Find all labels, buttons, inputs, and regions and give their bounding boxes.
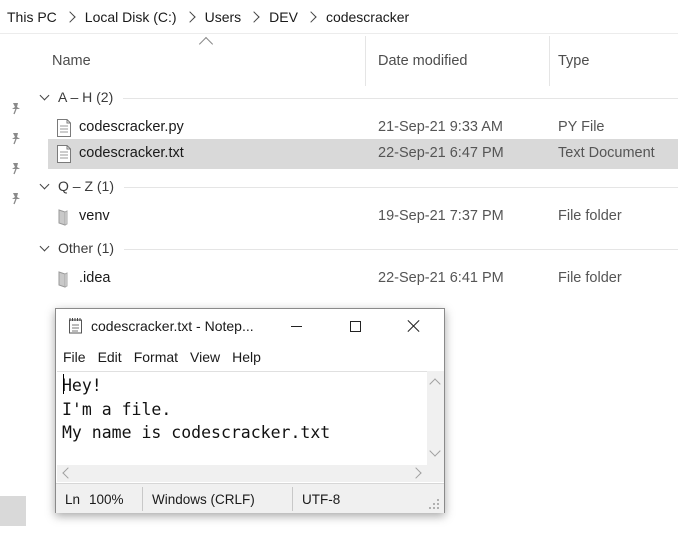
title-bar[interactable]: codescracker.txt - Notep... [56, 309, 444, 343]
pin-icon[interactable] [9, 191, 23, 205]
file-date: 22-Sep-21 6:47 PM [378, 145, 504, 161]
maximize-button[interactable] [332, 309, 378, 343]
file-date: 22-Sep-21 6:41 PM [378, 270, 504, 286]
file-row-codescracker-txt[interactable]: codescracker.txt 22-Sep-21 6:47 PM Text … [48, 139, 678, 169]
scroll-left-icon[interactable] [62, 467, 74, 479]
group-label: Q – Z (1) [58, 178, 115, 194]
status-bar: Ln 100% Windows (CRLF) UTF-8 [56, 483, 444, 513]
navigation-pane [0, 34, 28, 543]
group-divider [123, 97, 678, 99]
file-row-idea[interactable]: .idea 22-Sep-21 6:41 PM File folder [48, 264, 678, 294]
close-button[interactable] [391, 309, 437, 343]
file-name: codescracker.txt [79, 145, 184, 161]
group-label: Other (1) [58, 240, 115, 256]
status-zoom: 100% [89, 492, 124, 507]
breadcrumb-users[interactable]: Users [205, 9, 242, 25]
python-file-icon [56, 119, 72, 137]
file-date: 19-Sep-21 7:37 PM [378, 208, 504, 224]
column-header-type[interactable]: Type [550, 36, 678, 86]
horizontal-scrollbar[interactable] [57, 465, 427, 482]
menu-edit[interactable]: Edit [98, 349, 128, 365]
file-type: PY File [558, 119, 605, 135]
chevron-down-icon[interactable] [39, 241, 50, 251]
group-label: A – H (2) [58, 89, 114, 105]
menu-format[interactable]: Format [134, 349, 184, 365]
chevron-down-icon[interactable] [39, 90, 50, 100]
resize-grip-icon[interactable] [427, 497, 441, 511]
nav-selected-item[interactable] [0, 496, 26, 526]
menu-help[interactable]: Help [232, 349, 267, 365]
text-file-icon [56, 145, 72, 163]
file-type: Text Document [558, 145, 655, 161]
file-type: File folder [558, 270, 622, 286]
group-header-q-z[interactable]: Q – Z (1) [36, 174, 678, 198]
file-name: codescracker.py [79, 119, 184, 135]
scrollbar-corner [427, 465, 444, 482]
status-position: Ln [65, 492, 81, 507]
chevron-right-icon[interactable] [183, 10, 196, 23]
notepad-icon [67, 317, 84, 334]
minimize-button[interactable] [273, 309, 319, 343]
folder-icon [56, 270, 72, 288]
breadcrumb-dev[interactable]: DEV [269, 9, 298, 25]
pin-icon[interactable] [9, 161, 23, 175]
pin-icon[interactable] [9, 101, 23, 115]
scroll-down-icon[interactable] [429, 445, 441, 457]
pin-icon[interactable] [9, 131, 23, 145]
minimize-icon [290, 325, 302, 327]
group-header-other[interactable]: Other (1) [36, 236, 678, 260]
vertical-scrollbar[interactable] [427, 371, 444, 465]
group-divider [124, 186, 678, 188]
scroll-up-icon[interactable] [429, 378, 441, 390]
file-name: .idea [79, 270, 111, 286]
close-icon [408, 320, 420, 332]
file-row-venv[interactable]: venv 19-Sep-21 7:37 PM File folder [48, 202, 678, 232]
status-encoding: UTF-8 [302, 492, 341, 507]
breadcrumb-this-pc[interactable]: This PC [7, 9, 57, 25]
chevron-right-icon[interactable] [305, 10, 317, 23]
file-type: File folder [558, 208, 622, 224]
file-name: venv [79, 208, 110, 224]
column-header-date-modified[interactable]: Date modified [366, 36, 550, 86]
status-line-ending: Windows (CRLF) [152, 492, 255, 507]
column-header-name[interactable]: Name [44, 36, 366, 86]
menu-file[interactable]: File [63, 349, 92, 365]
breadcrumb-local-disk[interactable]: Local Disk (C:) [85, 9, 177, 25]
maximize-icon [349, 320, 361, 332]
group-divider [124, 248, 678, 250]
text-caret [63, 374, 64, 394]
status-divider [142, 487, 143, 511]
group-header-a-h[interactable]: A – H (2) [36, 85, 678, 109]
file-date: 21-Sep-21 9:33 AM [378, 119, 503, 135]
folder-icon [56, 208, 72, 226]
menu-bar: File Edit Format View Help [56, 345, 444, 369]
status-divider [292, 487, 293, 511]
scroll-right-icon[interactable] [410, 467, 422, 479]
menu-view[interactable]: View [190, 349, 226, 365]
breadcrumb-codescracker[interactable]: codescracker [326, 9, 409, 25]
chevron-down-icon[interactable] [39, 179, 50, 189]
chevron-right-icon[interactable] [248, 10, 260, 23]
notepad-window[interactable]: codescracker.txt - Notep... File Edit Fo… [55, 308, 445, 513]
window-title: codescracker.txt - Notep... [91, 318, 254, 334]
text-editor[interactable]: Hey! I'm a file. My name is codescracker… [57, 371, 427, 473]
breadcrumb: This PC Local Disk (C:) Users DEV codesc… [0, 0, 678, 34]
chevron-right-icon[interactable] [64, 10, 76, 23]
